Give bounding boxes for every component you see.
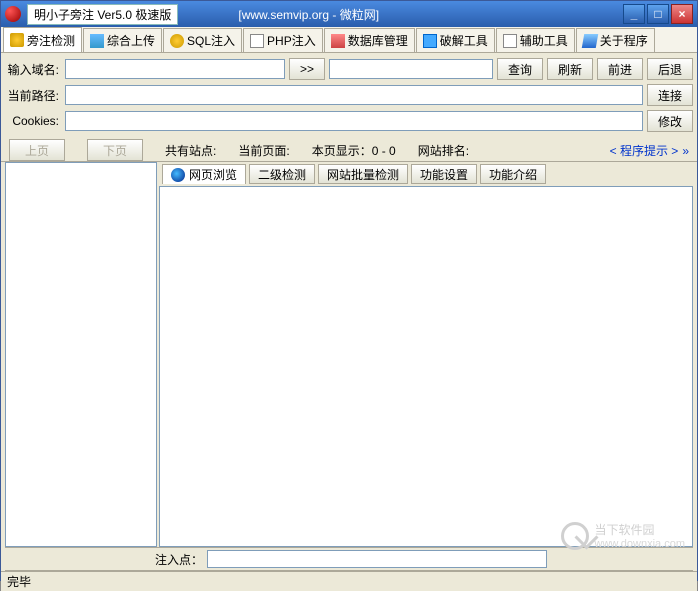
- ie-icon: [171, 168, 185, 182]
- inject-label: 注入点：: [155, 551, 203, 568]
- dbm-icon: [331, 34, 345, 48]
- work-area: 网页浏览 二级检测 网站批量检测 功能设置 功能介绍: [1, 161, 697, 547]
- main-tabbar: 旁注检测 综合上传 SQL注入 PHP注入 数据库管理 破解工具 辅助工具 关于…: [1, 27, 697, 53]
- domain-label: 输入域名:: [5, 61, 61, 78]
- tab-label: PHP注入: [267, 32, 316, 49]
- query-button[interactable]: 查询: [497, 58, 543, 80]
- browser-view[interactable]: [159, 186, 693, 547]
- chevron-right-icon: »: [682, 144, 689, 158]
- site-rank-label: 网站排名:: [418, 142, 469, 159]
- close-button[interactable]: ×: [671, 4, 693, 24]
- refresh-button[interactable]: 刷新: [547, 58, 593, 80]
- minimize-button[interactable]: _: [623, 4, 645, 24]
- php-icon: [250, 34, 264, 48]
- app-window: 明小子旁注 Ver5.0 极速版 [www.semvip.org - 微粒网] …: [0, 0, 698, 581]
- about-icon: [582, 34, 598, 48]
- info-bar: 上页 下页 共有站点: 当前页面: 本页显示：0 - 0 网站排名: < 程序提…: [1, 139, 697, 161]
- tab-sql-injection[interactable]: SQL注入: [163, 28, 242, 52]
- connect-button[interactable]: 连接: [647, 84, 693, 106]
- site-list-panel[interactable]: [5, 162, 157, 547]
- window-title: 明小子旁注 Ver5.0 极速版: [27, 4, 178, 25]
- tab-aux-tools[interactable]: 辅助工具: [496, 28, 575, 52]
- modify-button[interactable]: 修改: [647, 110, 693, 132]
- aux-icon: [503, 34, 517, 48]
- tab-php-injection[interactable]: PHP注入: [243, 28, 323, 52]
- tab-about[interactable]: 关于程序: [576, 28, 655, 52]
- shared-sites-label: 共有站点:: [165, 142, 216, 159]
- url-input[interactable]: [329, 59, 493, 79]
- tab-label: 辅助工具: [520, 32, 568, 49]
- tab-upload[interactable]: 综合上传: [83, 28, 162, 52]
- db-icon: [10, 33, 24, 47]
- cookies-label: Cookies:: [5, 114, 61, 128]
- domain-input[interactable]: [65, 59, 285, 79]
- tab-label: 关于程序: [600, 32, 648, 49]
- prev-page-button[interactable]: 上页: [9, 139, 65, 161]
- tab-label: 旁注检测: [27, 32, 75, 49]
- next-page-button[interactable]: 下页: [87, 139, 143, 161]
- maximize-button[interactable]: □: [647, 4, 669, 24]
- inject-input[interactable]: [207, 550, 547, 568]
- current-page-label: 当前页面:: [238, 142, 289, 159]
- browse-tab-label: 网页浏览: [189, 166, 237, 183]
- status-bar: 完毕: [1, 571, 697, 591]
- tab-label: 破解工具: [440, 32, 488, 49]
- inject-row: 注入点：: [1, 548, 697, 570]
- tab-crack-tools[interactable]: 破解工具: [416, 28, 495, 52]
- forward-button[interactable]: 前进: [597, 58, 643, 80]
- function-intro-button[interactable]: 功能介绍: [480, 164, 546, 184]
- status-text: 完毕: [7, 573, 31, 590]
- go-button[interactable]: >>: [289, 58, 325, 80]
- program-hint-link[interactable]: < 程序提示 >»: [610, 142, 689, 159]
- chart-icon: [90, 34, 104, 48]
- tab-db-manage[interactable]: 数据库管理: [324, 28, 415, 52]
- sql-icon: [170, 34, 184, 48]
- browse-tab[interactable]: 网页浏览: [162, 164, 246, 184]
- page-display-label: 本页显示：0 - 0: [312, 142, 396, 159]
- path-label: 当前路径:: [5, 87, 61, 104]
- sub-toolbar: 网页浏览 二级检测 网站批量检测 功能设置 功能介绍: [159, 162, 693, 186]
- tab-label: 数据库管理: [348, 32, 408, 49]
- window-subtitle: [www.semvip.org - 微粒网]: [238, 6, 379, 23]
- path-input[interactable]: [65, 85, 643, 105]
- form-area: 输入域名: >> 查询 刷新 前进 后退 当前路径: 连接 Cookies: 修…: [1, 53, 697, 139]
- cookies-input[interactable]: [65, 111, 643, 131]
- crack-icon: [423, 34, 437, 48]
- main-panel: 网页浏览 二级检测 网站批量检测 功能设置 功能介绍: [159, 162, 693, 547]
- app-icon: [5, 6, 21, 22]
- tab-side-injection[interactable]: 旁注检测: [3, 27, 82, 52]
- tab-label: 综合上传: [107, 32, 155, 49]
- back-button[interactable]: 后退: [647, 58, 693, 80]
- titlebar: 明小子旁注 Ver5.0 极速版 [www.semvip.org - 微粒网] …: [1, 1, 697, 27]
- tab-label: SQL注入: [187, 32, 235, 49]
- function-settings-button[interactable]: 功能设置: [411, 164, 477, 184]
- level2-detect-button[interactable]: 二级检测: [249, 164, 315, 184]
- batch-detect-button[interactable]: 网站批量检测: [318, 164, 408, 184]
